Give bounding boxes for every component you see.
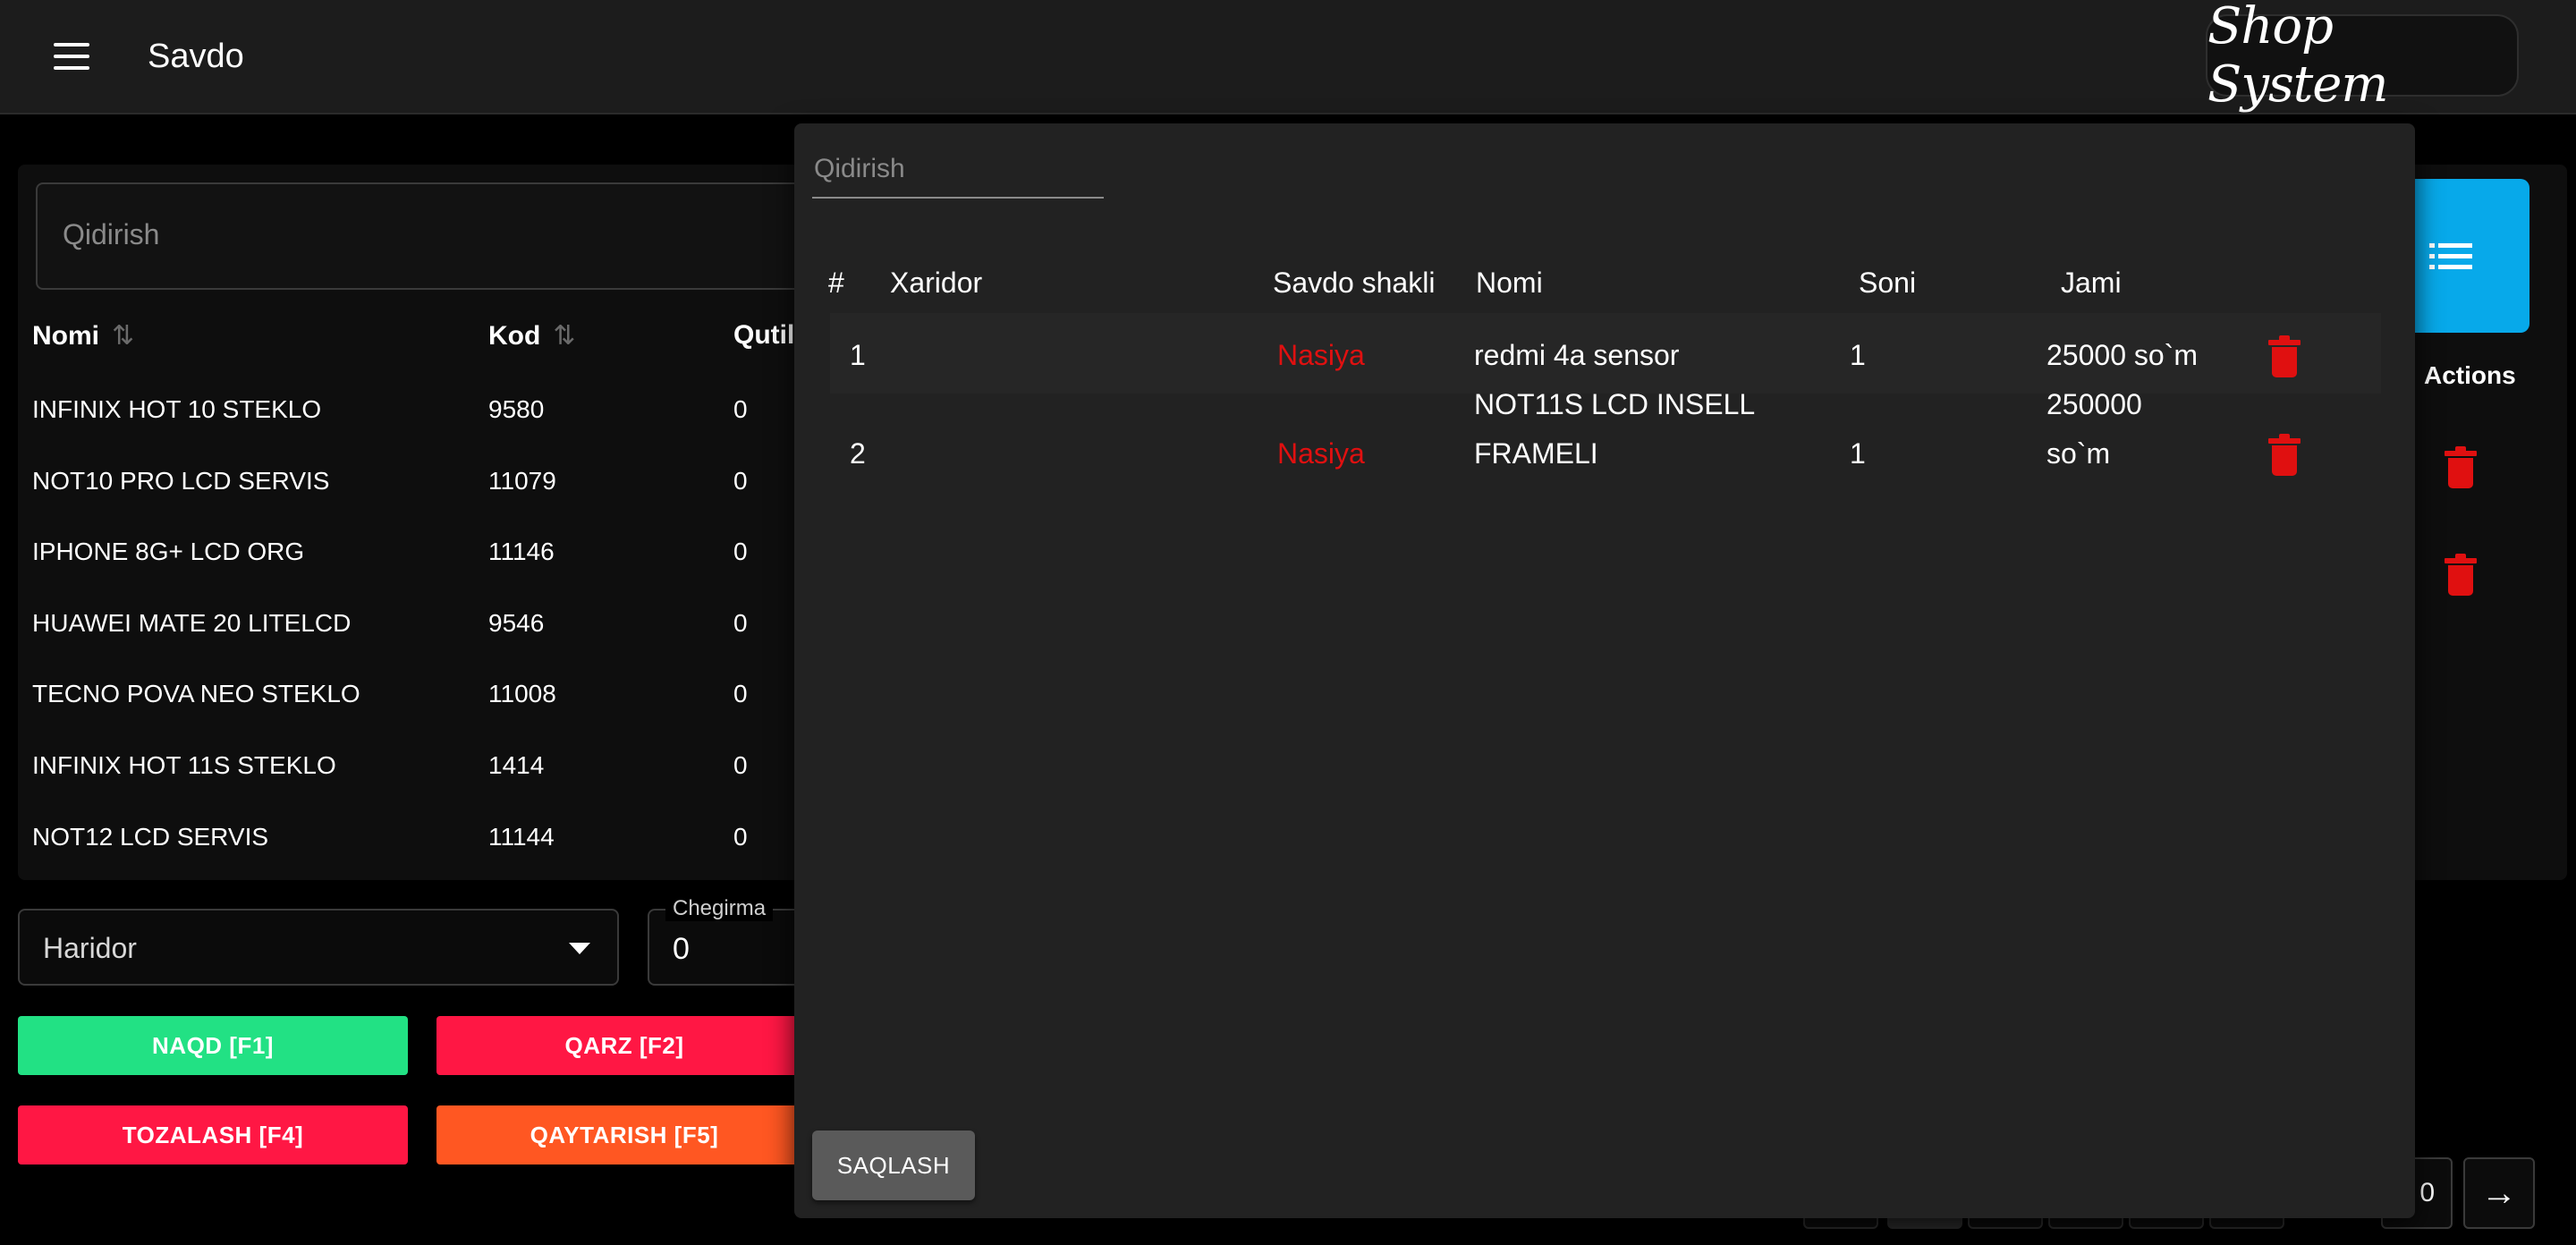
column-header-customer: Xaridor (890, 267, 983, 299)
row-name: NOT11S LCD INSELL (1474, 388, 1756, 420)
menu-icon[interactable] (48, 36, 97, 79)
product-name[interactable]: INFINIX HOT 11S STEKLO (32, 751, 336, 780)
product-code: 11079 (488, 467, 556, 495)
discount-value: 0 (673, 932, 690, 966)
discount-label: Chegirma (665, 896, 774, 921)
row-count: 1 (1850, 437, 1866, 470)
return-button[interactable]: QAYTARISH [F5] (436, 1105, 812, 1165)
column-header-index: # (828, 267, 844, 299)
customer-select-value: Haridor (43, 932, 137, 964)
page-title: Savdo (148, 38, 244, 75)
save-button[interactable]: SAQLASH (812, 1131, 975, 1200)
sales-modal: Qidirish # Xaridor Savdo shakli Nomi Son… (794, 123, 2415, 1218)
trash-icon[interactable] (2445, 554, 2477, 596)
row-total: 250000 (2046, 388, 2142, 420)
customer-select[interactable]: Haridor (18, 909, 619, 986)
cash-button[interactable]: NAQD [F1] (18, 1016, 408, 1075)
column-header-count: Soni (1859, 267, 1917, 299)
product-qty: 0 (733, 609, 748, 637)
row-total: 25000 so`m (2046, 339, 2198, 371)
modal-search-placeholder: Qidirish (814, 154, 905, 183)
product-qty: 0 (733, 751, 748, 779)
product-qty: 0 (733, 538, 748, 565)
column-header-name[interactable]: Nomi ⇅ (32, 320, 134, 351)
product-qty: 0 (733, 395, 748, 423)
row-index: 2 (850, 437, 866, 470)
product-code: 11146 (488, 538, 555, 565)
clear-button[interactable]: TOZALASH [F4] (18, 1105, 408, 1165)
product-code: 11008 (488, 680, 556, 707)
row-sale-type: Nasiya (1277, 437, 1365, 470)
trash-icon[interactable] (2268, 434, 2301, 476)
product-code: 9546 (488, 609, 545, 637)
sort-icon[interactable]: ⇅ (553, 320, 575, 351)
column-header-code[interactable]: Kod ⇅ (488, 320, 575, 351)
sort-icon[interactable]: ⇅ (112, 320, 134, 351)
trash-icon[interactable] (2268, 335, 2301, 377)
trash-icon[interactable] (2445, 446, 2477, 488)
row-count: 1 (1850, 339, 1866, 371)
list-icon (2429, 243, 2472, 269)
product-search-placeholder: Qidirish (63, 218, 160, 250)
debt-button[interactable]: QARZ [F2] (436, 1016, 812, 1075)
logo[interactable]: Shop System (2206, 0, 2519, 114)
logo-text: Shop System (2207, 0, 2388, 114)
column-header-qty[interactable]: Qutil (733, 320, 794, 351)
row-total-line2: so`m (2046, 437, 2111, 470)
product-code: 1414 (488, 751, 545, 779)
row-name: redmi 4a sensor (1474, 339, 1680, 371)
product-name[interactable]: NOT12 LCD SERVIS (32, 823, 268, 851)
product-qty: 0 (733, 467, 748, 495)
product-name[interactable]: HUAWEI MATE 20 LITELCD (32, 609, 351, 638)
row-sale-type: Nasiya (1277, 339, 1365, 371)
app-header: Savdo Shop System (0, 0, 2576, 114)
product-qty: 0 (733, 680, 748, 707)
product-qty: 0 (733, 823, 748, 851)
row-name-line2: FRAMELI (1474, 437, 1598, 470)
column-header-total: Jami (2061, 267, 2122, 299)
chevron-down-icon (569, 943, 590, 954)
arrow-right-icon[interactable]: → (2463, 1157, 2535, 1229)
row-index: 1 (850, 339, 866, 371)
product-code: 11144 (488, 823, 555, 851)
product-name[interactable]: IPHONE 8G+ LCD ORG (32, 538, 304, 566)
product-name[interactable]: INFINIX HOT 10 STEKLO (32, 395, 321, 424)
column-header-sale-type: Savdo shakli (1273, 267, 1436, 299)
product-name[interactable]: TECNO POVA NEO STEKLO (32, 680, 360, 708)
product-name[interactable]: NOT10 PRO LCD SERVIS (32, 467, 329, 495)
modal-search-input[interactable]: Qidirish (812, 145, 1104, 199)
actions-header: Actions (2424, 361, 2516, 389)
product-search-input[interactable]: Qidirish (36, 182, 841, 290)
product-code: 9580 (488, 395, 545, 423)
column-header-name: Nomi (1476, 267, 1543, 299)
